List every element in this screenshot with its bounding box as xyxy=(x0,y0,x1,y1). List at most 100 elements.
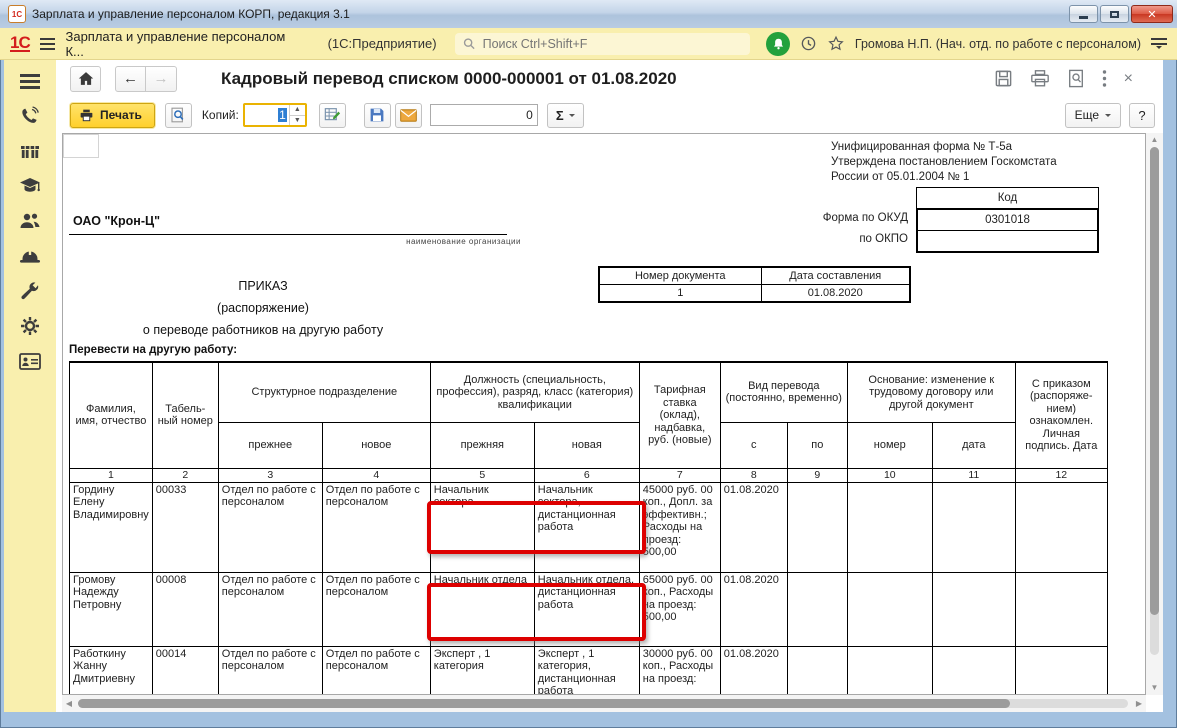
sidebar-item-labor-safety[interactable] xyxy=(15,245,45,267)
history-button[interactable] xyxy=(800,35,817,52)
app-window: 1С Зарплата и управление персоналом КОРП… xyxy=(0,0,1177,728)
header-kind: Вид перевода (постоянно, временно) xyxy=(720,362,847,422)
sidebar-item-education[interactable] xyxy=(15,175,45,197)
column-numbers-row: 1 2 3 4 5 6 7 8 9 10 11 12 xyxy=(70,468,1108,482)
search-input[interactable] xyxy=(481,36,743,52)
sheet-corner-cell[interactable] xyxy=(63,134,99,158)
horizontal-scrollbar[interactable]: ◀ ▶ xyxy=(62,695,1146,712)
table-settings-button[interactable] xyxy=(319,103,346,128)
minimize-button[interactable] xyxy=(1069,5,1098,23)
cell-to xyxy=(787,572,847,646)
main-menu-icon[interactable] xyxy=(40,35,56,53)
home-icon xyxy=(78,71,94,86)
cell-pos-old: Эксперт , 1 категория xyxy=(430,646,534,695)
sidebar-item-settings[interactable] xyxy=(15,315,45,337)
sidebar-item-tools[interactable] xyxy=(15,280,45,302)
cell-tabnum: 00033 xyxy=(152,482,218,572)
sidebar-item-employees[interactable] xyxy=(15,210,45,232)
cell-pos-new: Эксперт , 1 категория, дистанционная раб… xyxy=(534,646,639,695)
search-icon xyxy=(463,37,475,50)
cell-fio: Гордину Елену Владимировну xyxy=(70,482,153,572)
horizontal-scroll-thumb[interactable] xyxy=(78,699,1010,708)
cell-pos-new: Начальник отдела, дистанционная работа xyxy=(534,572,639,646)
header-dept-new: новое xyxy=(322,422,430,468)
code-block: Код 0301018 xyxy=(916,187,1099,253)
notifications-button[interactable] xyxy=(766,32,790,56)
number-date-table: Номер документа Дата составления 1 01.08… xyxy=(598,266,911,303)
print-toolbar: Печать Копий: 1 ▲ ▼ xyxy=(56,97,1163,133)
counter-field[interactable]: 0 xyxy=(430,104,538,126)
help-icon: ? xyxy=(1138,108,1145,123)
okud-label: Форма по ОКУД xyxy=(763,212,908,224)
sidebar-item-id-card[interactable] xyxy=(15,350,45,372)
print-button-header[interactable] xyxy=(1030,69,1050,88)
header-dept-old: прежнее xyxy=(218,422,322,468)
header-fio: Фамилия, имя, отчество xyxy=(70,362,153,468)
stepper-up-button[interactable]: ▲ xyxy=(290,105,305,116)
users-icon xyxy=(19,212,41,230)
preview-button[interactable] xyxy=(165,103,192,128)
cell-base-date xyxy=(932,482,1015,572)
form-ref-line: России от 05.01.2004 № 1 xyxy=(831,170,1057,185)
form-ref-line: Утверждена постановлением Госкомстата xyxy=(831,155,1057,170)
platform-label: (1С:Предприятие) xyxy=(328,36,437,51)
more-actions-button[interactable] xyxy=(1102,70,1107,87)
copies-value[interactable]: 1 xyxy=(245,105,289,125)
sum-button[interactable]: Σ xyxy=(547,103,584,128)
send-email-button[interactable] xyxy=(395,103,422,128)
printer-icon xyxy=(1030,69,1050,88)
table-subheader-row: прежнее новое прежняя новая с по номер д… xyxy=(70,422,1108,468)
back-button[interactable]: ← xyxy=(115,66,146,92)
1c-app-icon: 1С xyxy=(8,5,26,23)
forward-button[interactable]: → xyxy=(146,66,177,92)
save-file-button[interactable] xyxy=(364,103,391,128)
code-header: Код xyxy=(916,187,1099,209)
maximize-button[interactable] xyxy=(1100,5,1129,23)
organization-name: ОАО "Крон-Ц" xyxy=(73,214,160,228)
cell-sign xyxy=(1015,646,1107,695)
close-form-button[interactable]: × xyxy=(1124,70,1133,88)
favorites-button[interactable] xyxy=(827,35,845,52)
graduation-cap-icon xyxy=(19,177,41,195)
spreadsheet-document: Унифицированная форма № Т-5а Утверждена … xyxy=(56,133,1163,712)
cell-base-num xyxy=(847,482,932,572)
save-icon xyxy=(994,69,1013,88)
cell-dept-old: Отдел по работе с персоналом xyxy=(218,572,322,646)
vertical-scrollbar[interactable]: ▲ ▼ xyxy=(1146,133,1163,695)
sidebar-item-gifts[interactable] xyxy=(15,140,45,162)
chevron-down-icon xyxy=(1156,46,1162,52)
header-pos: Должность (специальность, профессия), ра… xyxy=(430,362,639,422)
copies-stepper[interactable]: 1 ▲ ▼ xyxy=(243,103,307,127)
1c-logo[interactable]: 1С xyxy=(10,35,30,52)
close-window-button[interactable]: ✕ xyxy=(1131,5,1173,23)
scroll-left-icon[interactable]: ◀ xyxy=(62,695,76,712)
scroll-right-icon[interactable]: ▶ xyxy=(1132,695,1146,712)
counter-value: 0 xyxy=(526,108,533,122)
scroll-up-icon[interactable]: ▲ xyxy=(1146,134,1163,146)
cell-pos-new: Начальник сектора, дистанционная работа xyxy=(534,482,639,572)
sigma-icon: Σ xyxy=(556,108,564,123)
vertical-scroll-thumb[interactable] xyxy=(1150,147,1159,615)
history-clock-icon xyxy=(800,35,817,52)
sidebar-item-phone[interactable] xyxy=(15,105,45,127)
form-header: ← → Кадровый перевод списком 0000-000001… xyxy=(56,60,1163,97)
stepper-down-button[interactable]: ▼ xyxy=(290,116,305,126)
system-menu-button[interactable] xyxy=(1151,35,1167,52)
floppy-icon xyxy=(369,107,385,123)
save-button[interactable] xyxy=(994,69,1013,88)
order-title-line: ПРИКАЗ xyxy=(63,275,463,297)
scroll-down-icon[interactable]: ▼ xyxy=(1146,682,1163,694)
print-button[interactable]: Печать xyxy=(70,103,155,128)
home-button[interactable] xyxy=(70,66,101,92)
document-canvas: Унифицированная форма № Т-5а Утверждена … xyxy=(62,133,1146,695)
sidebar-item-main-menu[interactable] xyxy=(15,70,45,92)
help-button[interactable]: ? xyxy=(1129,103,1155,128)
find-button[interactable] xyxy=(1067,69,1085,88)
dropdown-caret-icon xyxy=(569,114,575,120)
more-button[interactable]: Еще xyxy=(1065,103,1121,128)
global-search[interactable] xyxy=(455,33,751,55)
document-number: 1 xyxy=(599,285,761,303)
window-titlebar[interactable]: 1С Зарплата и управление персоналом КОРП… xyxy=(0,0,1177,28)
current-user[interactable]: Громова Н.П. (Нач. отд. по работе с перс… xyxy=(855,37,1141,51)
cell-pos-old: Начальник отдела xyxy=(430,572,534,646)
